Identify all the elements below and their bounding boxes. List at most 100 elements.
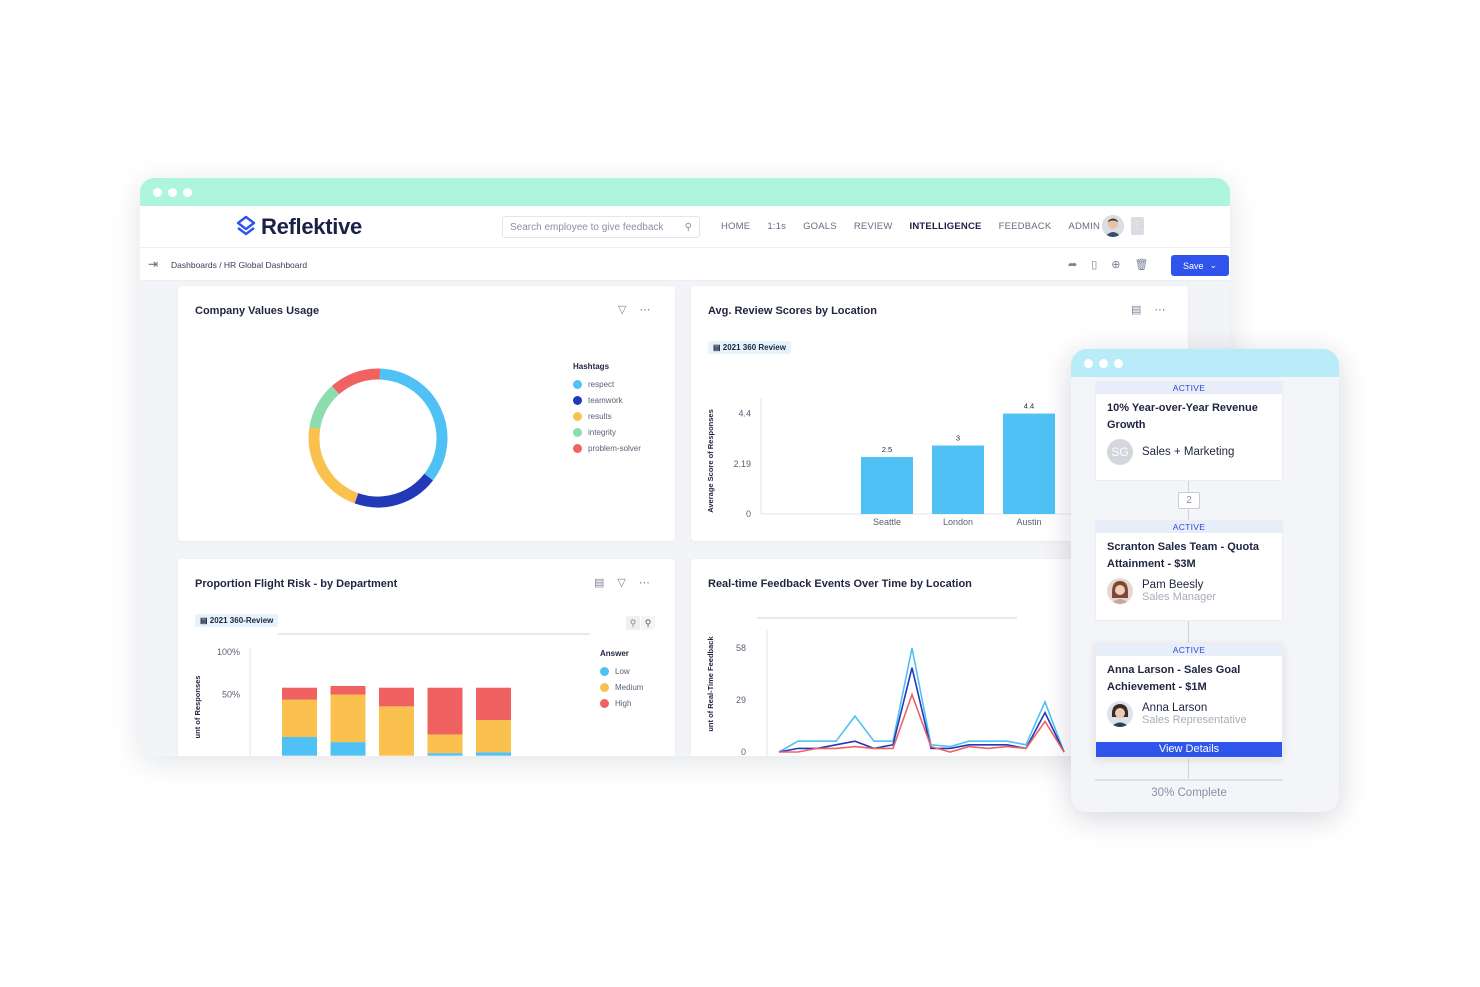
bar-segment <box>330 742 366 756</box>
y-tick-label: 29 <box>736 695 746 705</box>
share-icon[interactable]: ➦ <box>1068 258 1077 271</box>
phone-titlebar <box>1071 349 1339 377</box>
y-tick-label: 4.4 <box>738 409 751 419</box>
add-icon[interactable]: ⊕ <box>1111 258 1120 271</box>
card-title: Proportion Flight Risk - by Department <box>195 578 398 590</box>
user-avatar[interactable] <box>1102 215 1124 237</box>
chevron-down-icon: ⌄ <box>1209 260 1218 270</box>
legend-swatch <box>600 666 609 676</box>
tag-label: 2021 360 Review <box>722 343 786 352</box>
main-menu: HOME 1:1s GOALS REVIEW INTELLIGENCE FEED… <box>721 221 1100 232</box>
x-tick-label: Austin <box>1016 517 1041 527</box>
more-options-icon[interactable]: ⋯ <box>639 303 650 316</box>
goal-card[interactable]: ACTIVE 10% Year-over-Year Revenue Growth… <box>1095 381 1283 481</box>
legend-item[interactable]: problem-solver <box>573 440 641 456</box>
goal-title: Scranton Sales Team - Quota Attainment -… <box>1107 541 1260 570</box>
brand-logo[interactable]: Reflektive <box>235 214 362 240</box>
menu-item-review[interactable]: REVIEW <box>854 221 893 232</box>
save-button[interactable]: Save ⌄ <box>1171 255 1229 276</box>
status-badge: ACTIVE <box>1096 521 1282 533</box>
legend-label: integrity <box>588 427 617 437</box>
top-navigation: Reflektive Search employee to give feedb… <box>140 206 1230 248</box>
scroll-track[interactable] <box>278 633 590 635</box>
data-label: 2.5 <box>882 445 892 454</box>
card-title: Real-time Feedback Events Over Time by L… <box>708 578 972 590</box>
zoom-in-icon[interactable]: ⚲ <box>641 616 655 630</box>
progress-bar <box>1095 779 1283 781</box>
status-badge: ACTIVE <box>1096 382 1282 394</box>
y-axis-label: unt of Real-Time Feedback <box>706 636 715 732</box>
review-tag[interactable]: ▤ 2021 360 Review <box>708 341 791 354</box>
pin-icon[interactable]: ▯ <box>1091 258 1097 271</box>
review-tag[interactable]: ▤ 2021 360-Review <box>195 614 279 627</box>
legend-item[interactable]: respect <box>573 376 641 392</box>
bar-segment <box>282 737 317 756</box>
menu-item-feedback[interactable]: FEEDBACK <box>999 221 1052 232</box>
legend-item[interactable]: Medium <box>600 679 643 695</box>
feedback-line-chart: unt of Real-Time Feedback 0 29 58 <box>706 629 1065 756</box>
legend-item[interactable]: teamwork <box>573 392 641 408</box>
chart-legend: Answer Low Medium High <box>600 649 643 711</box>
scroll-track[interactable] <box>757 617 1017 619</box>
legend-label: High <box>615 698 632 708</box>
y-tick-label: 2.19 <box>733 459 751 469</box>
filter-icon[interactable]: ▽ <box>617 576 625 589</box>
bar <box>1003 413 1055 514</box>
document-icon[interactable]: ▤ <box>1131 303 1141 316</box>
bar-segment <box>427 687 463 735</box>
legend-swatch <box>573 395 582 405</box>
legend-title: Hashtags <box>573 362 610 371</box>
more-options-icon[interactable]: ⋯ <box>1154 303 1165 316</box>
menu-item-admin[interactable]: ADMIN <box>1068 221 1100 232</box>
bar <box>861 456 913 514</box>
collapse-sidebar-icon[interactable]: ⇥ <box>148 257 158 271</box>
owner-name: Pam Beesly <box>1142 579 1204 591</box>
breadcrumb[interactable]: Dashboards / HR Global Dashboard <box>171 260 307 270</box>
zoom-out-icon[interactable]: ⚲ <box>626 616 640 630</box>
legend-item[interactable]: Low <box>600 663 643 679</box>
bar <box>932 445 984 514</box>
menu-item-1on1s[interactable]: 1:1s <box>767 221 786 232</box>
window-dot <box>183 187 192 197</box>
donut-slice <box>308 427 359 504</box>
x-tick-label: London <box>943 517 973 527</box>
donut-chart <box>308 368 448 508</box>
more-options-icon[interactable]: ⋯ <box>639 576 650 589</box>
goal-card[interactable]: ACTIVE Scranton Sales Team - Quota Attai… <box>1095 520 1283 621</box>
save-label: Save <box>1182 260 1204 271</box>
window-titlebar <box>140 178 1230 206</box>
menu-item-goals[interactable]: GOALS <box>803 221 837 232</box>
goal-owner: SG Sales + Marketing <box>1096 434 1282 470</box>
flight-risk-stacked-chart: unt of Responses 50% 100% <box>193 647 511 756</box>
menu-item-intelligence[interactable]: INTELLIGENCE <box>910 221 982 232</box>
window-dot <box>1084 358 1093 368</box>
card-actions: ▤ ▽ ⋯ <box>594 576 650 589</box>
step-counter[interactable]: 2 <box>1178 492 1200 509</box>
legend-item[interactable]: integrity <box>573 424 641 440</box>
search-input[interactable]: Search employee to give feedback ⚲ <box>502 216 700 238</box>
flight-risk-card: Proportion Flight Risk - by Department ▤… <box>178 559 675 756</box>
y-tick-label: 0 <box>746 509 751 519</box>
delete-icon[interactable]: 🗑 <box>1135 258 1149 271</box>
document-icon[interactable]: ▤ <box>594 576 604 589</box>
more-menu-icon[interactable]: ⋮ <box>1131 217 1144 235</box>
legend-item[interactable]: results <box>573 408 641 424</box>
filter-icon[interactable]: ▽ <box>618 303 626 316</box>
goal-title: 10% Year-over-Year Revenue Growth <box>1107 402 1258 431</box>
goal-card-selected[interactable]: ACTIVE Anna Larson - Sales Goal Achievem… <box>1095 643 1283 758</box>
bar-segment <box>282 699 317 737</box>
bar-segment <box>427 753 463 756</box>
y-tick-label: 58 <box>736 643 746 653</box>
legend-item[interactable]: High <box>600 695 643 711</box>
y-axis-label: Average Score of Responses <box>706 409 715 513</box>
tag-label: 2021 360-Review <box>209 616 274 625</box>
progress-label: 30% Complete <box>1151 787 1227 799</box>
donut-slice <box>331 368 381 395</box>
view-details-button[interactable]: View Details <box>1096 742 1282 757</box>
dashboard-window: Reflektive Search employee to give feedb… <box>140 178 1230 756</box>
menu-item-home[interactable]: HOME <box>721 221 750 232</box>
owner-role: Sales Representative <box>1142 714 1247 726</box>
data-label: 4.4 <box>1024 402 1034 411</box>
x-tick-label: Seattle <box>873 517 901 527</box>
dashboard-toolbar: ➦ ▯ ⊕ 🗑 <box>1068 258 1148 271</box>
